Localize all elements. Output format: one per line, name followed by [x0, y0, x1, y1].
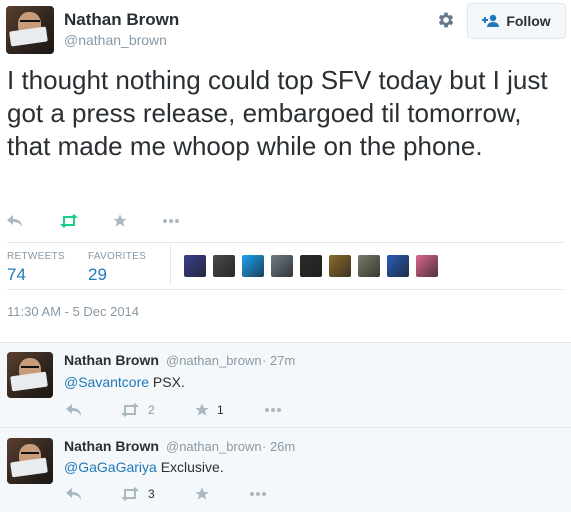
add-user-icon: [482, 14, 500, 27]
star-icon: [195, 487, 209, 500]
more-icon: [250, 492, 266, 496]
favoriter-avatar-1[interactable]: [184, 255, 206, 277]
reply-tweet: Nathan Brown @nathan_brown · 27m @Savant…: [0, 343, 571, 427]
favorite-button[interactable]: [112, 211, 128, 231]
reply-time[interactable]: · 27m: [262, 353, 295, 368]
divider: [7, 289, 564, 290]
reply-author-name[interactable]: Nathan Brown: [64, 438, 159, 454]
more-icon: [163, 219, 179, 223]
favorite-button[interactable]: [194, 484, 210, 504]
stat-divider: [170, 245, 171, 285]
reply-text: @GaGaGariya Exclusive.: [64, 459, 224, 475]
mention-link[interactable]: @GaGaGariya: [64, 459, 157, 475]
tweet-timestamp[interactable]: 11:30 AM - 5 Dec 2014: [7, 304, 139, 319]
reply-avatar[interactable]: [7, 438, 53, 484]
retweet-count: 3: [148, 487, 155, 501]
gear-icon[interactable]: [436, 10, 456, 30]
favoriter-avatar-4[interactable]: [271, 255, 293, 277]
retweets-count[interactable]: 74: [7, 265, 26, 285]
favoriter-avatar-8[interactable]: [387, 255, 409, 277]
more-button[interactable]: [249, 484, 267, 504]
favorites-count[interactable]: 29: [88, 265, 107, 285]
follow-button[interactable]: Follow: [467, 3, 566, 39]
retweet-icon: [121, 403, 139, 417]
reply-author-handle[interactable]: @nathan_brown: [166, 439, 262, 454]
reply-button[interactable]: [66, 400, 82, 420]
reply-tweet: Nathan Brown @nathan_brown · 26m @GaGaGa…: [0, 428, 571, 512]
reply-avatar[interactable]: [7, 352, 53, 398]
more-icon: [265, 408, 281, 412]
more-button[interactable]: [264, 400, 282, 420]
author-avatar[interactable]: [6, 6, 54, 54]
reply-icon: [7, 215, 22, 227]
divider: [7, 242, 564, 243]
reply-text: @Savantcore PSX.: [64, 374, 185, 390]
favoriter-avatar-2[interactable]: [213, 255, 235, 277]
follow-label: Follow: [506, 13, 551, 29]
tweet-text: I thought nothing could top SFV today bu…: [7, 65, 548, 161]
reply-body: Exclusive.: [156, 459, 224, 475]
retweets-label: RETWEETS: [7, 251, 65, 262]
main-tweet: Nathan Brown @nathan_brown Follow I thou…: [0, 0, 571, 343]
star-icon: [113, 214, 127, 227]
retweet-button[interactable]: 2: [120, 400, 155, 420]
reply-author-name[interactable]: Nathan Brown: [64, 352, 159, 368]
reply-icon: [66, 488, 81, 500]
star-icon: [195, 403, 209, 416]
author-name[interactable]: Nathan Brown: [64, 10, 179, 30]
reply-author-handle[interactable]: @nathan_brown: [166, 353, 262, 368]
author-handle[interactable]: @nathan_brown: [64, 32, 167, 48]
favorites-label: FAVORITES: [88, 251, 147, 262]
favoriter-avatar-7[interactable]: [358, 255, 380, 277]
reply-button[interactable]: [66, 484, 82, 504]
favorite-button[interactable]: 1: [194, 400, 224, 420]
reply-icon: [66, 404, 81, 416]
reply-button[interactable]: [7, 211, 23, 231]
more-button[interactable]: [162, 211, 180, 231]
mention-link[interactable]: @Savantcore: [64, 374, 149, 390]
retweet-button[interactable]: [59, 211, 79, 231]
favoriter-avatar-9[interactable]: [416, 255, 438, 277]
retweet-icon: [121, 487, 139, 501]
retweet-button[interactable]: 3: [120, 484, 155, 504]
retweet-count: 2: [148, 403, 155, 417]
favoriter-avatar-5[interactable]: [300, 255, 322, 277]
favoriter-avatar-6[interactable]: [329, 255, 351, 277]
reply-body: PSX.: [149, 374, 185, 390]
favorite-count: 1: [217, 403, 224, 417]
retweet-icon: [60, 214, 78, 228]
reply-time[interactable]: · 26m: [262, 439, 295, 454]
favoriter-avatar-3[interactable]: [242, 255, 264, 277]
